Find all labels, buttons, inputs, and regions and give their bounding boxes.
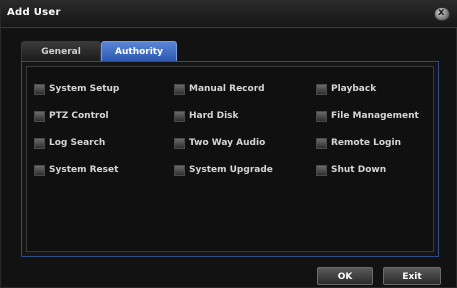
permission-label: Hard Disk [189,111,239,121]
checkbox[interactable] [34,110,45,122]
add-user-dialog: Add User x General Authority System Setu… [0,0,457,288]
permission-item[interactable]: Playback [316,81,376,97]
permission-item[interactable]: Hard Disk [174,108,239,124]
permission-item[interactable]: Two Way Audio [174,135,265,151]
tab-general[interactable]: General [21,41,101,61]
dialog-titlebar: Add User x [1,1,457,28]
checkbox[interactable] [34,137,45,149]
permission-label: System Reset [49,165,119,175]
checkbox[interactable] [316,137,327,149]
permission-item[interactable]: Shut Down [316,162,386,178]
checkbox[interactable] [34,164,45,176]
permission-label: PTZ Control [49,111,109,121]
permission-label: Manual Record [189,84,265,94]
checkbox[interactable] [34,83,45,95]
ok-button[interactable]: OK [317,267,373,285]
close-icon: x [438,7,445,18]
permission-label: Shut Down [331,165,387,175]
tab-authority[interactable]: Authority [101,41,177,61]
permission-item[interactable]: System Upgrade [174,162,273,178]
permission-item[interactable]: Manual Record [174,81,265,97]
checkbox[interactable] [174,164,185,176]
permission-label: File Management [331,111,419,121]
permission-label: System Upgrade [189,165,273,175]
exit-button[interactable]: Exit [383,267,441,285]
checkbox[interactable] [174,83,185,95]
authority-panel: System Setup Manual Record Playback PTZ … [21,61,439,257]
checkbox[interactable] [174,137,185,149]
permissions-box: System Setup Manual Record Playback PTZ … [26,66,434,252]
permission-item[interactable]: System Reset [34,162,118,178]
permission-label: Two Way Audio [189,138,266,148]
permission-item[interactable]: File Management [316,108,419,124]
close-button[interactable]: x [434,7,450,21]
permission-item[interactable]: System Setup [34,81,119,97]
permission-label: Log Search [49,138,106,148]
checkbox[interactable] [316,110,327,122]
permission-item[interactable]: Log Search [34,135,105,151]
checkbox[interactable] [316,164,327,176]
checkbox[interactable] [316,83,327,95]
permission-label: Playback [331,84,377,94]
checkbox[interactable] [174,110,185,122]
permission-item[interactable]: PTZ Control [34,108,109,124]
permission-item[interactable]: Remote Login [316,135,401,151]
permission-label: Remote Login [331,138,401,148]
permission-label: System Setup [49,84,120,94]
dialog-title: Add User [7,7,61,18]
permissions-grid: System Setup Manual Record Playback PTZ … [34,81,440,201]
